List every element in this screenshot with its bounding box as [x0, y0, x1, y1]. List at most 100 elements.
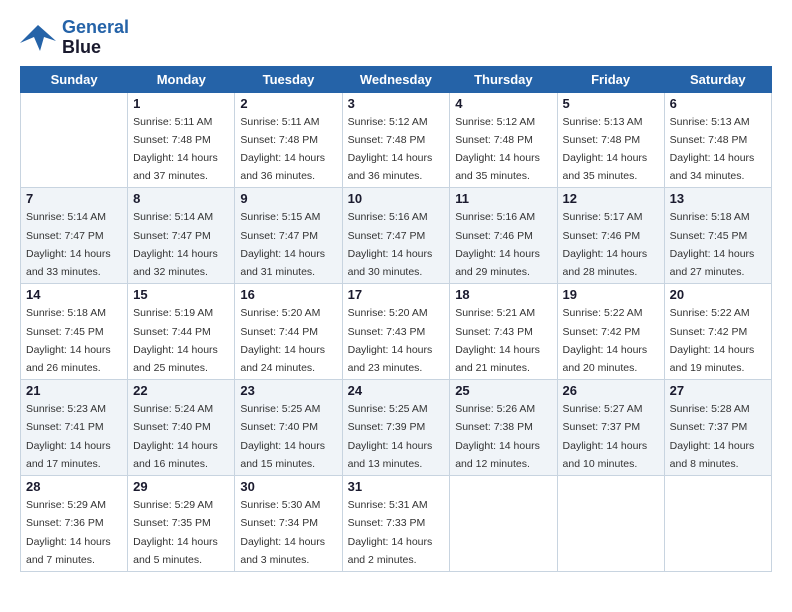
- calendar-day-cell: 15 Sunrise: 5:19 AMSunset: 7:44 PMDayligh…: [128, 284, 235, 380]
- logo-text: GeneralBlue: [62, 18, 129, 58]
- day-number: 4: [455, 96, 551, 111]
- day-number: 3: [348, 96, 445, 111]
- day-info: Sunrise: 5:22 AMSunset: 7:42 PMDaylight:…: [670, 307, 755, 374]
- page-container: GeneralBlue SundayMondayTuesdayWednesday…: [0, 0, 792, 582]
- day-number: 25: [455, 383, 551, 398]
- calendar-week-row: 28 Sunrise: 5:29 AMSunset: 7:36 PMDayligh…: [21, 476, 772, 572]
- day-info: Sunrise: 5:18 AMSunset: 7:45 PMDaylight:…: [26, 307, 111, 374]
- weekday-header-cell: Sunday: [21, 66, 128, 92]
- calendar-day-cell: 10 Sunrise: 5:16 AMSunset: 7:47 PMDayligh…: [342, 188, 450, 284]
- weekday-header-cell: Wednesday: [342, 66, 450, 92]
- calendar-day-cell: 12 Sunrise: 5:17 AMSunset: 7:46 PMDayligh…: [557, 188, 664, 284]
- day-info: Sunrise: 5:17 AMSunset: 7:46 PMDaylight:…: [563, 211, 648, 278]
- calendar-day-cell: 9 Sunrise: 5:15 AMSunset: 7:47 PMDaylight…: [235, 188, 342, 284]
- day-info: Sunrise: 5:30 AMSunset: 7:34 PMDaylight:…: [240, 499, 325, 566]
- day-number: 30: [240, 479, 336, 494]
- calendar-day-cell: 7 Sunrise: 5:14 AMSunset: 7:47 PMDaylight…: [21, 188, 128, 284]
- day-number: 24: [348, 383, 445, 398]
- day-number: 22: [133, 383, 229, 398]
- header: GeneralBlue: [20, 18, 772, 58]
- day-number: 26: [563, 383, 659, 398]
- calendar-day-cell: 27 Sunrise: 5:28 AMSunset: 7:37 PMDayligh…: [664, 380, 771, 476]
- weekday-header-cell: Tuesday: [235, 66, 342, 92]
- day-number: 14: [26, 287, 122, 302]
- day-number: 10: [348, 191, 445, 206]
- calendar-day-cell: 17 Sunrise: 5:20 AMSunset: 7:43 PMDayligh…: [342, 284, 450, 380]
- calendar-day-cell: 28 Sunrise: 5:29 AMSunset: 7:36 PMDayligh…: [21, 476, 128, 572]
- day-info: Sunrise: 5:12 AMSunset: 7:48 PMDaylight:…: [348, 116, 433, 183]
- calendar-day-cell: 1 Sunrise: 5:11 AMSunset: 7:48 PMDaylight…: [128, 92, 235, 188]
- day-number: 27: [670, 383, 766, 398]
- calendar-body: 1 Sunrise: 5:11 AMSunset: 7:48 PMDaylight…: [21, 92, 772, 571]
- day-info: Sunrise: 5:25 AMSunset: 7:39 PMDaylight:…: [348, 403, 433, 470]
- calendar-table: SundayMondayTuesdayWednesdayThursdayFrid…: [20, 66, 772, 572]
- day-info: Sunrise: 5:18 AMSunset: 7:45 PMDaylight:…: [670, 211, 755, 278]
- calendar-day-cell: 25 Sunrise: 5:26 AMSunset: 7:38 PMDayligh…: [450, 380, 557, 476]
- day-number: 13: [670, 191, 766, 206]
- day-info: Sunrise: 5:13 AMSunset: 7:48 PMDaylight:…: [670, 116, 755, 183]
- day-number: 8: [133, 191, 229, 206]
- day-number: 2: [240, 96, 336, 111]
- calendar-day-cell: 11 Sunrise: 5:16 AMSunset: 7:46 PMDayligh…: [450, 188, 557, 284]
- day-number: 28: [26, 479, 122, 494]
- calendar-day-cell: 29Sunrise: 5:29 AMSunset: 7:35 PMDayligh…: [128, 476, 235, 572]
- day-number: 19: [563, 287, 659, 302]
- day-info: Sunrise: 5:11 AMSunset: 7:48 PMDaylight:…: [240, 116, 325, 183]
- day-number: 7: [26, 191, 122, 206]
- calendar-day-cell: 22 Sunrise: 5:24 AMSunset: 7:40 PMDayligh…: [128, 380, 235, 476]
- calendar-day-cell: 4 Sunrise: 5:12 AMSunset: 7:48 PMDaylight…: [450, 92, 557, 188]
- weekday-header-cell: Monday: [128, 66, 235, 92]
- day-number: 11: [455, 191, 551, 206]
- day-number: 23: [240, 383, 336, 398]
- day-info: Sunrise: 5:28 AMSunset: 7:37 PMDaylight:…: [670, 403, 755, 470]
- day-number: 20: [670, 287, 766, 302]
- day-number: 29: [133, 479, 229, 494]
- weekday-header-cell: Friday: [557, 66, 664, 92]
- day-info: Sunrise: 5:14 AMSunset: 7:47 PMDaylight:…: [26, 211, 111, 278]
- calendar-day-cell: 13 Sunrise: 5:18 AMSunset: 7:45 PMDayligh…: [664, 188, 771, 284]
- day-info: Sunrise: 5:19 AMSunset: 7:44 PMDaylight:…: [133, 307, 218, 374]
- calendar-day-cell: 20 Sunrise: 5:22 AMSunset: 7:42 PMDayligh…: [664, 284, 771, 380]
- calendar-day-cell: [21, 92, 128, 188]
- day-info: Sunrise: 5:31 AMSunset: 7:33 PMDaylight:…: [348, 499, 433, 566]
- day-info: Sunrise: 5:20 AMSunset: 7:43 PMDaylight:…: [348, 307, 433, 374]
- calendar-day-cell: 26Sunrise: 5:27 AMSunset: 7:37 PMDayligh…: [557, 380, 664, 476]
- calendar-day-cell: 2 Sunrise: 5:11 AMSunset: 7:48 PMDaylight…: [235, 92, 342, 188]
- weekday-header-cell: Thursday: [450, 66, 557, 92]
- day-number: 17: [348, 287, 445, 302]
- day-number: 12: [563, 191, 659, 206]
- calendar-week-row: 1 Sunrise: 5:11 AMSunset: 7:48 PMDaylight…: [21, 92, 772, 188]
- calendar-day-cell: 16 Sunrise: 5:20 AMSunset: 7:44 PMDayligh…: [235, 284, 342, 380]
- day-number: 31: [348, 479, 445, 494]
- calendar-week-row: 14 Sunrise: 5:18 AMSunset: 7:45 PMDayligh…: [21, 284, 772, 380]
- calendar-day-cell: [557, 476, 664, 572]
- day-info: Sunrise: 5:20 AMSunset: 7:44 PMDaylight:…: [240, 307, 325, 374]
- day-info: Sunrise: 5:23 AMSunset: 7:41 PMDaylight:…: [26, 403, 111, 470]
- day-info: Sunrise: 5:16 AMSunset: 7:47 PMDaylight:…: [348, 211, 433, 278]
- calendar-day-cell: 31 Sunrise: 5:31 AMSunset: 7:33 PMDayligh…: [342, 476, 450, 572]
- logo-icon: [20, 23, 56, 53]
- weekday-header-row: SundayMondayTuesdayWednesdayThursdayFrid…: [21, 66, 772, 92]
- day-info: Sunrise: 5:25 AMSunset: 7:40 PMDaylight:…: [240, 403, 325, 470]
- day-info: Sunrise: 5:29 AMSunset: 7:36 PMDaylight:…: [26, 499, 111, 566]
- day-info: Sunrise: 5:26 AMSunset: 7:38 PMDaylight:…: [455, 403, 540, 470]
- day-info: Sunrise: 5:11 AMSunset: 7:48 PMDaylight:…: [133, 116, 218, 183]
- calendar-day-cell: [664, 476, 771, 572]
- calendar-day-cell: 3 Sunrise: 5:12 AMSunset: 7:48 PMDaylight…: [342, 92, 450, 188]
- day-number: 16: [240, 287, 336, 302]
- day-info: Sunrise: 5:21 AMSunset: 7:43 PMDaylight:…: [455, 307, 540, 374]
- day-number: 1: [133, 96, 229, 111]
- day-info: Sunrise: 5:16 AMSunset: 7:46 PMDaylight:…: [455, 211, 540, 278]
- day-info: Sunrise: 5:24 AMSunset: 7:40 PMDaylight:…: [133, 403, 218, 470]
- logo: GeneralBlue: [20, 18, 129, 58]
- calendar-day-cell: 21 Sunrise: 5:23 AMSunset: 7:41 PMDayligh…: [21, 380, 128, 476]
- day-number: 9: [240, 191, 336, 206]
- day-info: Sunrise: 5:15 AMSunset: 7:47 PMDaylight:…: [240, 211, 325, 278]
- day-number: 15: [133, 287, 229, 302]
- calendar-day-cell: 24 Sunrise: 5:25 AMSunset: 7:39 PMDayligh…: [342, 380, 450, 476]
- calendar-day-cell: 14 Sunrise: 5:18 AMSunset: 7:45 PMDayligh…: [21, 284, 128, 380]
- day-number: 21: [26, 383, 122, 398]
- day-number: 6: [670, 96, 766, 111]
- day-info: Sunrise: 5:12 AMSunset: 7:48 PMDaylight:…: [455, 116, 540, 183]
- day-info: Sunrise: 5:14 AMSunset: 7:47 PMDaylight:…: [133, 211, 218, 278]
